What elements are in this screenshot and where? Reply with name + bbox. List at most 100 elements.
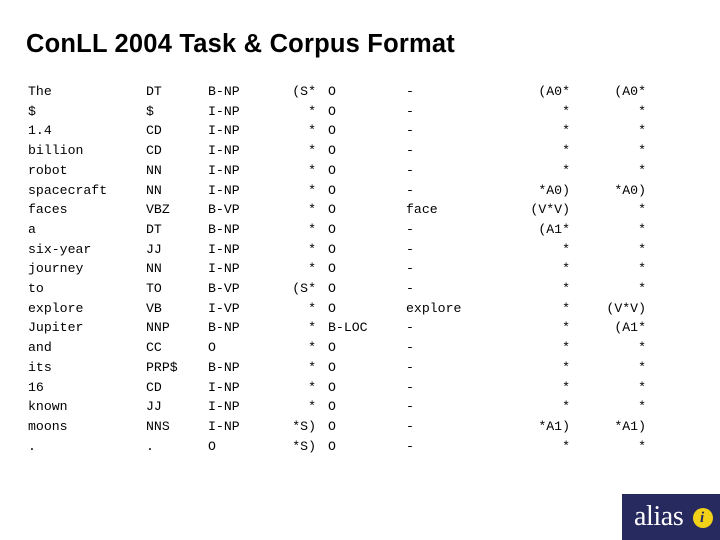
cell-pos-tag: NNS [146, 418, 170, 434]
cell-pos-tag: NN [146, 162, 162, 178]
cell-proposition-1: * [562, 320, 570, 336]
cell-chunk-tag: I-NP [208, 182, 240, 198]
cell-target-verb: - [406, 84, 414, 99]
table-row: robot NN I-NP * O - * * [28, 161, 656, 181]
cell-pos-tag: CC [146, 340, 162, 356]
cell-proposition-2: *A1) [614, 418, 646, 434]
alias-logo-dot-icon: i [693, 508, 713, 528]
cell-clause-tag: * [308, 379, 316, 395]
cell-chunk-tag: B-NP [208, 320, 240, 336]
cell-proposition-1: * [562, 281, 570, 297]
cell-proposition-2: * [638, 162, 646, 178]
cell-target-verb: - [406, 241, 414, 257]
cell-named-entity-tag: O [328, 281, 336, 297]
table-row: moons NNS I-NP *S) O - *A1) *A1) [28, 417, 656, 437]
cell-chunk-tag: O [208, 438, 216, 454]
corpus-format-table: The DT B-NP (S* O - (A0* (A0* $ $ I-NP * O - * * 1.4 CD I-… [28, 82, 656, 456]
cell-clause-tag: *S) [292, 418, 316, 434]
cell-proposition-2: * [638, 281, 646, 297]
cell-proposition-2: * [638, 261, 646, 277]
cell-proposition-2: * [638, 359, 646, 375]
cell-target-verb: - [406, 261, 414, 277]
cell-clause-tag: * [308, 143, 316, 159]
cell-target-verb: explore [406, 300, 462, 316]
table-row: its PRP$ B-NP * O - * * [28, 358, 656, 378]
table-row: and CC O * O - * * [28, 338, 656, 358]
cell-chunk-tag: B-NP [208, 84, 240, 99]
cell-target-verb: face [406, 202, 438, 218]
cell-pos-tag: JJ [146, 399, 162, 415]
cell-target-verb: - [406, 143, 414, 159]
cell-proposition-2: * [638, 438, 646, 454]
cell-named-entity-tag: B-LOC [328, 320, 368, 336]
cell-target-verb: - [406, 340, 414, 356]
cell-named-entity-tag: O [328, 123, 336, 139]
cell-pos-tag: NN [146, 182, 162, 198]
cell-proposition-1: * [562, 399, 570, 415]
page-title: ConLL 2004 Task & Corpus Format [26, 30, 455, 58]
cell-clause-tag: * [308, 202, 316, 218]
slide-canvas: ConLL 2004 Task & Corpus Format The DT B-N… [0, 0, 720, 540]
table-row: 16 CD I-NP * O - * * [28, 378, 656, 398]
cell-named-entity-tag: O [328, 340, 336, 356]
cell-chunk-tag: I-NP [208, 162, 240, 178]
cell-proposition-1: * [562, 379, 570, 395]
cell-clause-tag: * [308, 221, 316, 237]
table-row: .. O *S) O - * * [28, 437, 656, 457]
cell-target-verb: - [406, 418, 414, 434]
cell-word: 16 [28, 379, 44, 395]
cell-word: moons [28, 418, 68, 434]
cell-chunk-tag: I-NP [208, 241, 240, 257]
cell-proposition-1: (V*V) [530, 202, 570, 218]
cell-named-entity-tag: O [328, 143, 336, 159]
cell-named-entity-tag: O [328, 103, 336, 119]
cell-named-entity-tag: O [328, 162, 336, 178]
cell-target-verb: - [406, 123, 414, 139]
table-row: billion CD I-NP * O - * * [28, 141, 656, 161]
cell-target-verb: - [406, 103, 414, 119]
cell-named-entity-tag: O [328, 379, 336, 395]
cell-proposition-2: * [638, 123, 646, 139]
cell-clause-tag: * [308, 103, 316, 119]
cell-pos-tag: . [146, 438, 154, 454]
cell-proposition-1: * [562, 340, 570, 356]
cell-named-entity-tag: O [328, 399, 336, 415]
cell-named-entity-tag: O [328, 241, 336, 257]
cell-pos-tag: TO [146, 281, 162, 297]
cell-named-entity-tag: O [328, 300, 336, 316]
table-row: spacecraft NN I-NP * O - *A0) *A0) [28, 181, 656, 201]
cell-proposition-1: *A0) [538, 182, 570, 198]
cell-chunk-tag: I-NP [208, 123, 240, 139]
table-row: Jupiter NNP B-NP * B-LOC - * (A1* [28, 318, 656, 338]
cell-word: robot [28, 162, 68, 178]
cell-chunk-tag: O [208, 340, 216, 356]
cell-clause-tag: *S) [292, 438, 316, 454]
cell-proposition-2: * [638, 379, 646, 395]
cell-word: to [28, 281, 44, 297]
cell-target-verb: - [406, 320, 414, 336]
cell-word: six-year [28, 241, 92, 257]
alias-logo: alias i [622, 494, 720, 540]
cell-word: its [28, 359, 52, 375]
cell-clause-tag: * [308, 182, 316, 198]
cell-chunk-tag: B-NP [208, 359, 240, 375]
cell-target-verb: - [406, 438, 414, 454]
cell-named-entity-tag: O [328, 202, 336, 218]
cell-word: $ [28, 103, 36, 119]
cell-chunk-tag: I-VP [208, 300, 240, 316]
table-row: a DT B-NP * O - (A1* * [28, 220, 656, 240]
cell-pos-tag: NNP [146, 320, 170, 336]
cell-named-entity-tag: O [328, 84, 336, 99]
alias-logo-mark-letter: i [700, 510, 705, 526]
cell-word: Jupiter [28, 320, 84, 336]
cell-proposition-2: * [638, 340, 646, 356]
cell-proposition-1: (A0* [538, 84, 570, 99]
cell-proposition-2: *A0) [614, 182, 646, 198]
cell-word: faces [28, 202, 68, 218]
cell-word: . [28, 438, 36, 454]
alias-logo-wordmark: alias [634, 501, 684, 532]
cell-word: explore [28, 300, 84, 316]
cell-proposition-1: * [562, 359, 570, 375]
cell-named-entity-tag: O [328, 221, 336, 237]
cell-proposition-1: * [562, 261, 570, 277]
